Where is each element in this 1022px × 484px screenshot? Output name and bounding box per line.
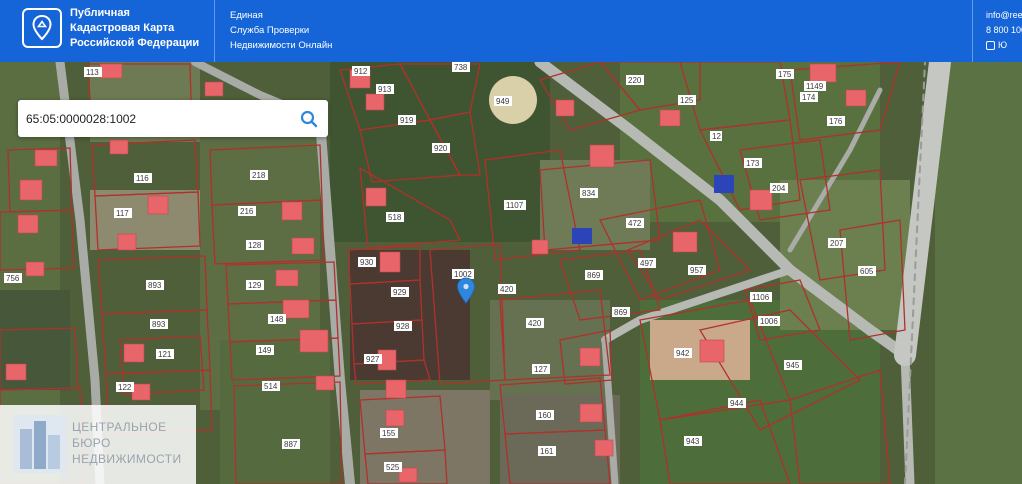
parcel-label: 174 xyxy=(802,93,816,102)
parcel-label: 148 xyxy=(270,315,284,324)
parcel-label: 160 xyxy=(538,411,552,420)
parcel-label: 122 xyxy=(118,383,132,392)
parcel-label: 928 xyxy=(396,322,410,331)
service-line: Служба Проверки xyxy=(230,25,310,36)
parcel-label: 12 xyxy=(712,132,721,141)
service-name: Единая Служба Проверки Недвижимости Онла… xyxy=(230,8,332,53)
parcel-label: 472 xyxy=(628,219,642,228)
parcel-label: 216 xyxy=(240,207,254,216)
parcel-label: 420 xyxy=(528,319,542,328)
watermark-line: БЮРО xyxy=(72,436,111,450)
title-line: Публичная xyxy=(70,7,130,19)
watermark-line: НЕДВИЖИМОСТИ xyxy=(72,452,182,466)
parcel-label: 893 xyxy=(152,320,166,329)
contact-checkbox-row[interactable]: Ю xyxy=(986,38,1022,53)
parcel-label: 175 xyxy=(778,70,792,79)
parcel-label: 913 xyxy=(378,85,392,94)
map-pin-icon xyxy=(32,15,52,41)
header-divider xyxy=(972,0,973,62)
parcel-label: 944 xyxy=(730,399,744,408)
parcel-label: 128 xyxy=(248,241,262,250)
contact-block: info@ree 8 800 100 Ю xyxy=(986,8,1022,53)
parcel-label: 927 xyxy=(366,355,380,364)
search-bar xyxy=(18,100,328,137)
logo[interactable] xyxy=(22,8,62,48)
parcel-label: 117 xyxy=(116,209,129,218)
parcel-label: 173 xyxy=(746,159,760,168)
title-line: Российской Федерации xyxy=(70,37,200,49)
parcel-label: 949 xyxy=(496,97,510,106)
cadastral-number-input[interactable] xyxy=(26,100,286,137)
parcel-label: 869 xyxy=(587,271,601,280)
parcel-label: 218 xyxy=(252,171,266,180)
title-line: Кадастровая Карта xyxy=(70,22,175,34)
parcel-label: 176 xyxy=(829,117,843,126)
parcel-label: 887 xyxy=(284,440,298,449)
parcel-label: 1107 xyxy=(506,201,524,210)
parcel-label: 920 xyxy=(434,144,448,153)
parcel-label: 207 xyxy=(830,239,844,248)
parcel-label: 912 xyxy=(354,67,368,76)
parcel-label: 204 xyxy=(772,184,786,193)
parcel-label: 497 xyxy=(640,259,654,268)
header: Публичная Кадастровая Карта Российской Ф… xyxy=(0,0,1022,62)
parcel-label: 129 xyxy=(248,281,262,290)
parcel-label: 943 xyxy=(686,437,700,446)
header-divider xyxy=(214,0,215,62)
blue-roof xyxy=(572,228,592,244)
parcel-label: 930 xyxy=(360,258,374,267)
parcel-label: 1106 xyxy=(752,293,770,302)
parcel-label: 125 xyxy=(680,96,694,105)
parcel-label: 518 xyxy=(388,213,402,222)
parcel-label: 127 xyxy=(534,365,548,374)
watermark: ЦЕНТРАЛЬНОЕ БЮРО НЕДВИЖИМОСТИ xyxy=(0,405,196,484)
parcel-label: 929 xyxy=(393,288,407,297)
buildings-logo-icon xyxy=(14,415,66,473)
parcel-label: 893 xyxy=(148,281,162,290)
parcel-label: 155 xyxy=(382,429,396,438)
contact-phone[interactable]: 8 800 100 xyxy=(986,23,1022,38)
parcel-label: 420 xyxy=(500,285,514,294)
watermark-text: ЦЕНТРАЛЬНОЕ БЮРО НЕДВИЖИМОСТИ xyxy=(72,419,181,467)
parcel-label: 869 xyxy=(614,308,628,317)
parcel-label: 116 xyxy=(136,174,149,183)
parcel-label: 945 xyxy=(786,361,800,370)
parcel-label: 113 xyxy=(86,68,99,77)
parcel-label: 834 xyxy=(582,189,596,198)
parcel-label: 525 xyxy=(386,463,400,472)
parcel-label: 756 xyxy=(6,274,20,283)
search-button[interactable] xyxy=(296,106,322,132)
parcel-label: 121 xyxy=(158,350,172,359)
parcel-label: 957 xyxy=(690,266,704,275)
service-line: Единая xyxy=(230,10,263,21)
search-icon xyxy=(300,110,318,128)
checkbox-label: Ю xyxy=(998,40,1008,50)
parcel-label: 1006 xyxy=(760,317,778,326)
parcel-label: 161 xyxy=(540,447,554,456)
parcel-label: 514 xyxy=(264,382,278,391)
site-title: Публичная Кадастровая Карта Российской Ф… xyxy=(70,6,199,51)
watermark-line: ЦЕНТРАЛЬНОЕ xyxy=(72,420,167,434)
parcel-label: 1149 xyxy=(806,82,824,91)
blue-roof xyxy=(714,175,734,193)
parcel-label: 942 xyxy=(676,349,690,358)
parcel-label: 1002 xyxy=(454,270,472,279)
parcel-label: 149 xyxy=(258,346,272,355)
parcel-label: 220 xyxy=(628,76,642,85)
checkbox[interactable] xyxy=(986,41,995,51)
contact-email[interactable]: info@ree xyxy=(986,8,1022,23)
service-line: Недвижимости Онлайн xyxy=(230,40,333,51)
parcel-label: 919 xyxy=(400,116,414,125)
parcel-label: 738 xyxy=(454,63,468,72)
parcel-label: 605 xyxy=(860,267,874,276)
